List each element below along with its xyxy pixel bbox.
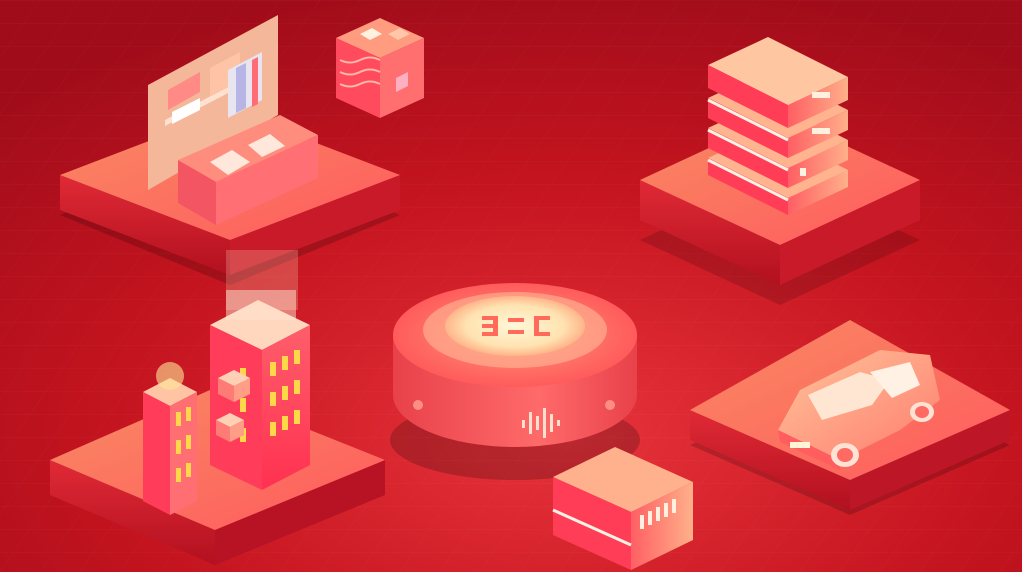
crate-cube [336,18,424,118]
hub-glow [445,296,585,356]
illustration-frame [0,0,1022,579]
bottom-border [0,572,1022,579]
isometric-scene [0,0,1022,579]
central-hub [390,283,640,480]
